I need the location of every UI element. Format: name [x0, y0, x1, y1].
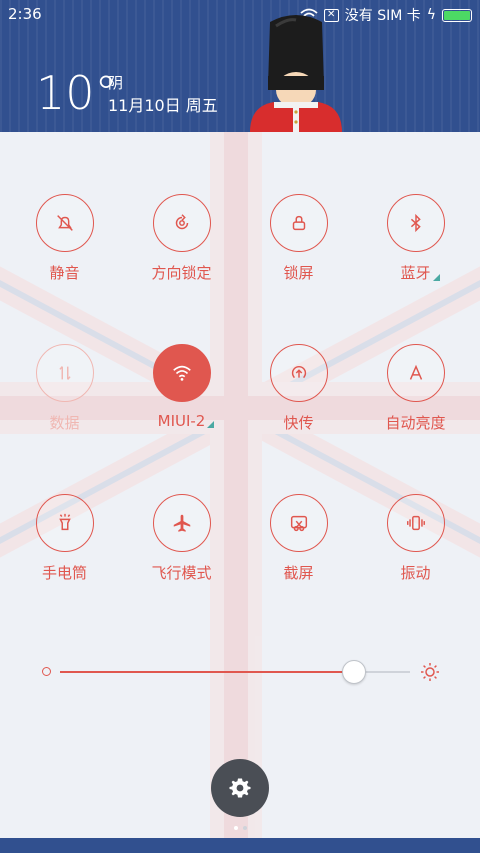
flashlight-icon: [58, 513, 71, 531]
vibrate-icon: [406, 515, 425, 531]
auto-brightness-icon: [409, 364, 422, 380]
tile-label: 蓝牙: [400, 262, 440, 283]
status-time: 2:36: [8, 5, 42, 23]
tile-label: 振动: [400, 564, 431, 582]
tile-vibrate[interactable]: 振动: [357, 494, 474, 583]
tile-label: 飞行模式: [151, 564, 212, 582]
quick-transfer-icon: [291, 366, 306, 379]
queens-guard-illustration: [250, 15, 342, 132]
tile-label: 数据: [49, 414, 80, 432]
tile-wifi[interactable]: MIUI-2: [123, 344, 240, 430]
tile-label: 手电筒: [41, 564, 87, 582]
brightness-low-icon: [42, 667, 51, 676]
tile-silent[interactable]: 静音: [6, 194, 123, 283]
brightness-slider-thumb[interactable]: [342, 660, 366, 684]
tile-mobile-data[interactable]: 数据: [6, 344, 123, 433]
weather-header: 2:36 ✕ 没有 SIM 卡 ϟ 10° 阴 11月10日 周五: [0, 0, 480, 132]
battery-icon: [442, 8, 472, 22]
date: 11月10日 周五: [108, 96, 218, 115]
tile-quick-transfer[interactable]: 快传: [240, 344, 357, 433]
bottom-strip: [0, 838, 480, 853]
airplane-icon: [173, 514, 190, 532]
page-indicator: [234, 826, 247, 830]
wifi-icon: [172, 365, 191, 381]
control-center-panel: 静音 方向锁定 锁屏 蓝牙 数据 MIUI-2 快传 自动亮度 手电筒 飞行模式…: [0, 132, 480, 853]
carrier-text: 没有 SIM 卡: [344, 8, 421, 24]
brightness-high-icon: [421, 663, 439, 681]
tile-auto-brightness[interactable]: 自动亮度: [357, 344, 474, 433]
mobile-data-icon: [58, 366, 71, 380]
page-dot: [234, 826, 238, 830]
tile-label: MIUI-2: [158, 412, 215, 430]
charging-icon: ϟ: [426, 7, 436, 23]
tile-flashlight[interactable]: 手电筒: [6, 494, 123, 583]
more-indicator: [207, 421, 215, 428]
tile-label: 快传: [283, 414, 314, 432]
lock-icon: [292, 215, 305, 231]
tile-label: 静音: [49, 264, 80, 282]
tile-label: 截屏: [283, 564, 314, 582]
more-indicator: [432, 274, 440, 281]
weather-condition: 阴: [108, 74, 124, 92]
gear-icon: [229, 778, 251, 798]
rotation-lock-icon: [175, 214, 188, 230]
tile-screenshot[interactable]: 截屏: [240, 494, 357, 583]
settings-button[interactable]: [211, 759, 269, 817]
bluetooth-icon: [410, 213, 421, 233]
tile-label: 方向锁定: [151, 264, 212, 282]
brightness-control: [40, 660, 442, 684]
tile-label: 锁屏: [283, 264, 314, 282]
tile-lock-screen[interactable]: 锁屏: [240, 194, 357, 283]
screenshot-icon: [290, 515, 307, 532]
tile-label: 自动亮度: [385, 414, 446, 432]
status-bar: 2:36 ✕ 没有 SIM 卡 ϟ: [0, 0, 480, 28]
temperature: 10°: [36, 66, 118, 120]
tile-airplane-mode[interactable]: 飞行模式: [123, 494, 240, 583]
tile-rotation-lock[interactable]: 方向锁定: [123, 194, 240, 283]
silent-bell-icon: [56, 215, 73, 231]
tile-bluetooth[interactable]: 蓝牙: [357, 194, 474, 283]
page-dot: [243, 826, 247, 830]
